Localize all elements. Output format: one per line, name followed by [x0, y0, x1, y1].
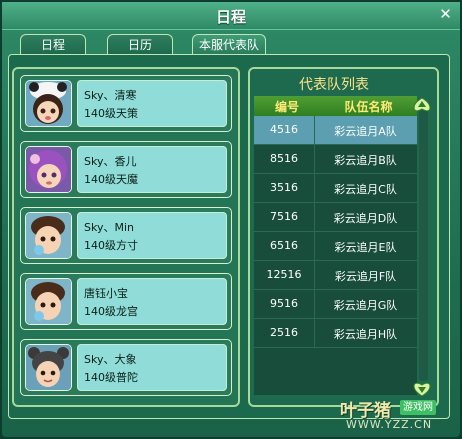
avatar: [25, 212, 72, 259]
team-name: 彩云追月F队: [334, 270, 397, 283]
header-team-name: 队伍名称: [344, 100, 393, 114]
header-id: 编号: [274, 100, 299, 114]
title-bar[interactable]: 日程 ✕: [2, 2, 460, 30]
team-table-header: 编号 队伍名称: [254, 96, 417, 116]
table-row[interactable]: 4516 彩云追月A队: [254, 116, 417, 145]
table-row[interactable]: 3516 彩云追月C队: [254, 174, 417, 203]
team-id: 4516: [270, 123, 298, 136]
team-name: 彩云追月B队: [334, 154, 397, 167]
team-table: 4516 彩云追月A队 8516 彩云追月B队 3516 彩云追月C队 7516…: [254, 116, 417, 395]
avatar: [25, 278, 72, 325]
avatar: [25, 80, 72, 127]
team-name: 彩云追月G队: [333, 299, 398, 312]
player-info: Sky、Min 140级方寸: [77, 212, 227, 259]
table-row[interactable]: 8516 彩云追月B队: [254, 145, 417, 174]
team-name: 彩云追月E队: [334, 241, 397, 254]
player-level: 140级天魔: [84, 173, 138, 186]
scroll-down-icon[interactable]: [413, 381, 431, 397]
tab-server-team[interactable]: 本服代表队: [192, 34, 266, 54]
tab-calendar[interactable]: 日历: [107, 34, 173, 54]
player-card[interactable]: Sky、清寒 140级天策: [20, 75, 232, 132]
avatar: [25, 344, 72, 391]
player-info: 唐钰小宝 140级龙宫: [77, 278, 227, 325]
player-name: 唐钰小宝: [84, 287, 128, 300]
team-id: 9516: [270, 297, 298, 310]
team-id: 6516: [270, 239, 298, 252]
player-card[interactable]: 唐钰小宝 140级龙宫: [20, 273, 232, 330]
team-name: 彩云追月D队: [333, 212, 398, 225]
team-id: 12516: [266, 268, 302, 281]
player-card[interactable]: Sky、Min 140级方寸: [20, 207, 232, 264]
team-name: 彩云追月H队: [333, 328, 398, 341]
team-id: 7516: [270, 210, 298, 223]
player-name: Sky、Min: [84, 221, 134, 234]
player-info: Sky、香儿 140级天魔: [77, 146, 227, 193]
player-info: Sky、清寒 140级天策: [77, 80, 227, 127]
table-row[interactable]: 9516 彩云追月G队: [254, 290, 417, 319]
team-name: 彩云追月A队: [334, 125, 397, 138]
team-list-title: 代表队列表: [299, 77, 369, 93]
table-row[interactable]: 7516 彩云追月D队: [254, 203, 417, 232]
team-id: 2516: [270, 326, 298, 339]
tab-schedule[interactable]: 日程: [20, 34, 86, 54]
table-row[interactable]: 2516 彩云追月H队: [254, 319, 417, 348]
team-id: 3516: [270, 181, 298, 194]
scroll-up-icon[interactable]: [413, 97, 431, 113]
player-info: Sky、大象 140级普陀: [77, 344, 227, 391]
watermark-badge: 游戏网: [400, 400, 436, 415]
watermark-url: WWW.YZZ.CN: [346, 418, 433, 431]
player-card[interactable]: Sky、香儿 140级天魔: [20, 141, 232, 198]
window-title: 日程: [215, 8, 246, 26]
player-name: Sky、大象: [84, 353, 137, 366]
player-level: 140级方寸: [84, 239, 138, 252]
player-level: 140级普陀: [84, 371, 138, 384]
watermark: 叶子猪 游戏网 WWW.YZZ.CN: [340, 396, 458, 436]
table-row[interactable]: 12516 彩云追月F队: [254, 261, 417, 290]
player-level: 140级天策: [84, 107, 138, 120]
team-name: 彩云追月C队: [334, 183, 397, 196]
player-name: Sky、香儿: [84, 155, 137, 168]
table-row[interactable]: 6516 彩云追月E队: [254, 232, 417, 261]
player-level: 140级龙宫: [84, 305, 138, 318]
avatar: [25, 146, 72, 193]
player-card[interactable]: Sky、大象 140级普陀: [20, 339, 232, 396]
scrollbar-track[interactable]: [419, 110, 428, 381]
close-icon[interactable]: ✕: [437, 6, 454, 23]
player-name: Sky、清寒: [84, 89, 137, 102]
team-id: 8516: [270, 152, 298, 165]
